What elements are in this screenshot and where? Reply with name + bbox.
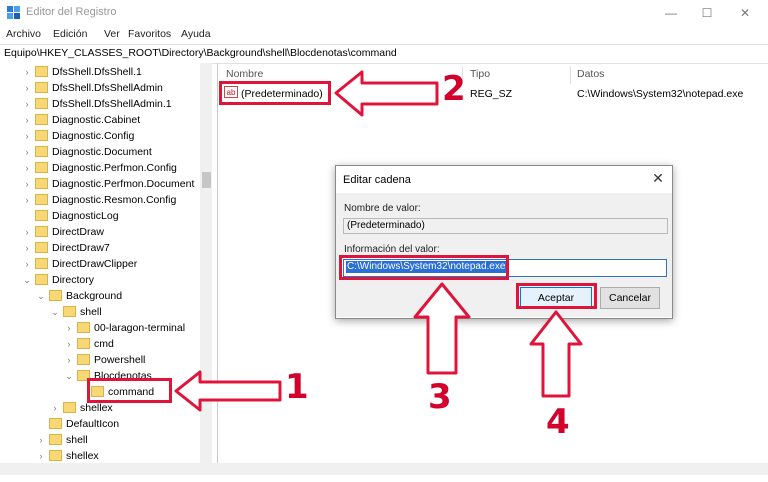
annotation-number-4: 4 [546,402,570,442]
arrow-4-icon [529,310,583,398]
annotation-number-1: 1 [285,367,309,407]
annotation-number-3: 3 [428,377,452,417]
arrow-2-icon [334,70,439,117]
arrow-3-icon [413,282,471,375]
annotation-number-2: 2 [442,69,466,109]
arrow-1-icon [174,370,282,412]
annotation-arrows [174,70,583,412]
